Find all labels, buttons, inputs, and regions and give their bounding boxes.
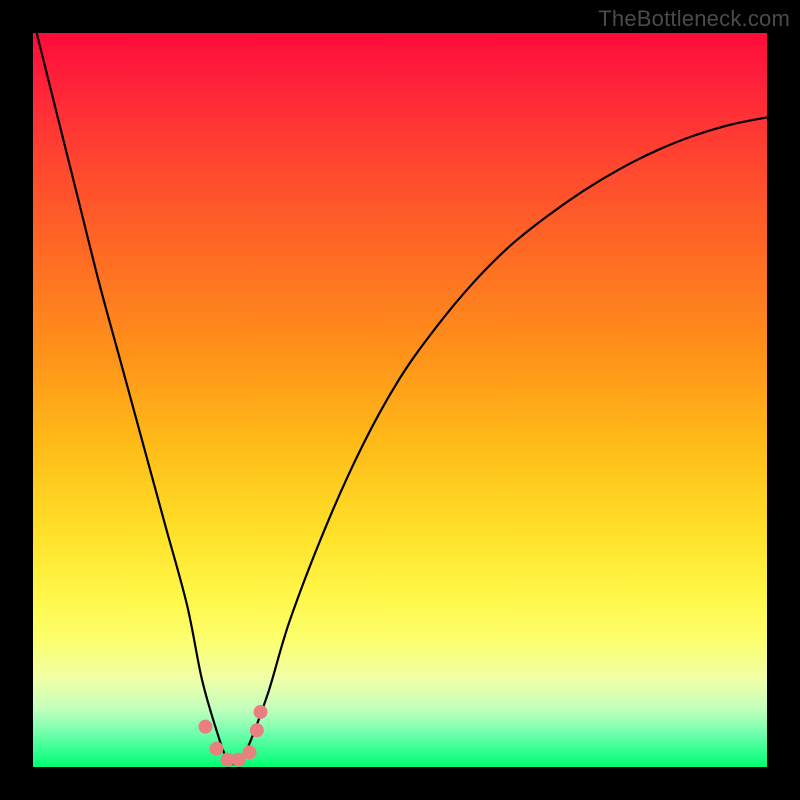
curve-markers: [198, 705, 267, 767]
bottleneck-curve: [33, 33, 767, 764]
watermark-text: TheBottleneck.com: [598, 6, 790, 32]
chart-overlay: [33, 33, 767, 767]
curve-marker: [243, 745, 257, 759]
curve-marker: [254, 705, 268, 719]
curve-marker: [198, 720, 212, 734]
chart-frame: TheBottleneck.com: [0, 0, 800, 800]
plot-area: [33, 33, 767, 767]
curve-marker: [250, 723, 264, 737]
curve-marker: [210, 742, 224, 756]
